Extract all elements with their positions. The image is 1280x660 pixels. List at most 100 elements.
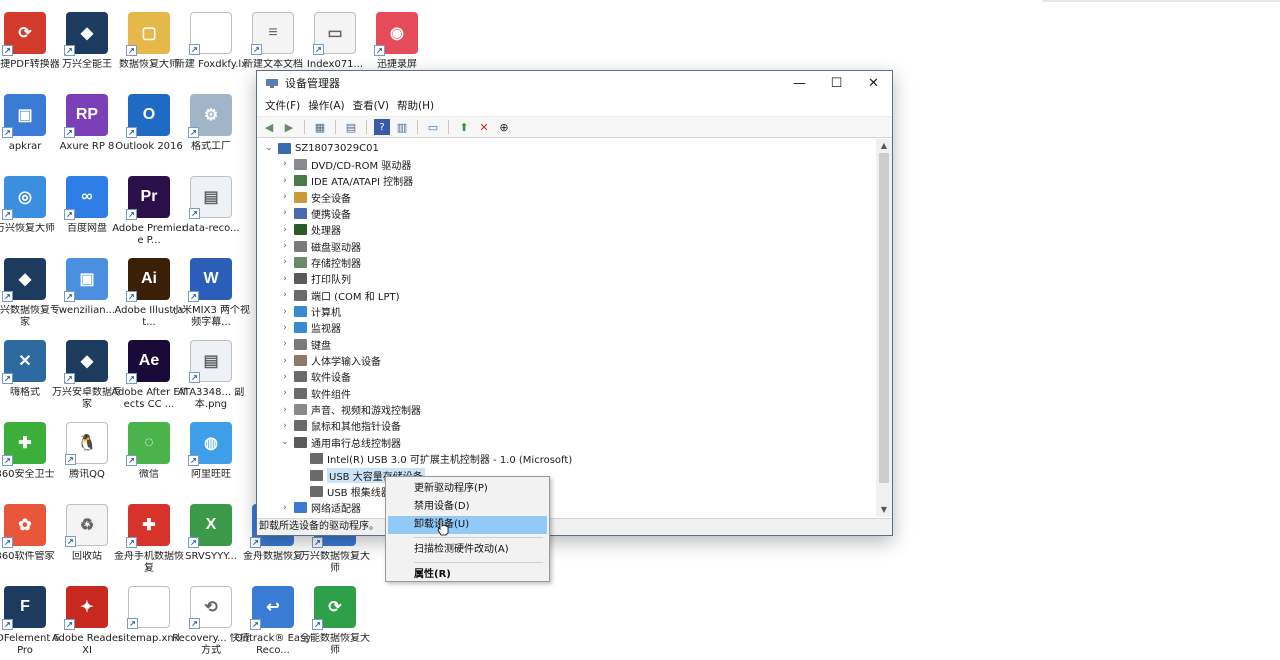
toolbar-separator <box>417 120 418 134</box>
tree-category[interactable]: › 监视器 <box>278 320 341 336</box>
tree-root-computer[interactable]: ⌄ SZ18073029C01 <box>262 140 379 156</box>
list-icon[interactable]: ▤ <box>343 119 359 135</box>
desktop-icon[interactable]: ◉ ↗ 迅捷录屏 <box>358 12 436 71</box>
expand-chevron-icon[interactable]: › <box>278 372 292 382</box>
expand-chevron-icon[interactable]: › <box>278 241 292 251</box>
scroll-up-arrow-icon[interactable]: ▲ <box>876 139 892 153</box>
menu-view[interactable]: 查看(V) <box>349 98 393 113</box>
app-icon: 🐧 ↗ <box>65 422 108 465</box>
title-bar[interactable]: 设备管理器 — ☐ ✕ <box>257 71 892 95</box>
expand-chevron-icon[interactable]: ⌄ <box>278 437 292 447</box>
tree-category[interactable]: › 软件设备 <box>278 369 351 385</box>
menu-item-disable-device[interactable]: 禁用设备(D) <box>388 498 547 516</box>
shortcut-arrow-icon: ↗ <box>64 373 75 384</box>
expand-chevron-icon[interactable]: › <box>278 339 292 349</box>
tree-category[interactable]: › 便携设备 <box>278 205 351 221</box>
device-tree[interactable]: ⌄ SZ18073029C01 › DVD/CD-ROM 驱动器 › IDE ATA/AT… <box>258 139 876 517</box>
expand-chevron-icon[interactable]: › <box>278 192 292 202</box>
tree-category[interactable]: › IDE ATA/ATAPI 控制器 <box>278 173 413 189</box>
tree-category[interactable]: › 打印队列 <box>278 271 351 287</box>
expand-chevron-icon[interactable]: › <box>278 503 292 513</box>
tree-item-label: 安全设备 <box>311 193 351 205</box>
tree-category[interactable]: › 处理器 <box>278 222 341 238</box>
shortcut-arrow-icon: ↗ <box>2 209 13 220</box>
shortcut-arrow-icon: ↗ <box>127 618 138 629</box>
app-icon: ≡ ↗ <box>251 12 294 55</box>
back-arrow-icon[interactable]: ◀ <box>261 119 277 135</box>
tree-item-label: 键盘 <box>311 340 331 352</box>
maximize-button[interactable]: ☐ <box>818 71 855 95</box>
app-icon: ↩ ↗ <box>250 586 294 630</box>
tree-item-label: 便携设备 <box>311 209 351 221</box>
menu-help[interactable]: 帮助(H) <box>393 98 438 113</box>
expand-chevron-icon[interactable]: › <box>278 405 292 415</box>
device-icon <box>294 404 307 416</box>
tree-category[interactable]: › 软件组件 <box>278 385 351 401</box>
menu-item-scan-hardware[interactable]: 扫描检测硬件改动(A) <box>388 541 547 559</box>
desktop-icon-label: 格式工厂 <box>191 141 231 152</box>
expand-chevron-icon[interactable]: › <box>278 421 292 431</box>
desktop-icon[interactable]: ▤ ↗ ATA3348... 副本.png <box>172 340 250 411</box>
monitor-icon[interactable]: ▭ <box>425 119 441 135</box>
tree-category[interactable]: › 端口 (COM 和 LPT) <box>278 287 400 303</box>
properties-icon[interactable]: ▦ <box>312 119 328 135</box>
minimize-button[interactable]: — <box>781 71 818 95</box>
tree-category[interactable]: › 网络适配器 <box>278 500 361 516</box>
expand-chevron-icon[interactable]: › <box>278 274 292 284</box>
tree-category[interactable]: › DVD/CD-ROM 驱动器 <box>278 156 411 172</box>
vertical-scrollbar[interactable]: ▲ ▼ <box>876 139 892 517</box>
expand-chevron-icon[interactable]: › <box>278 356 292 366</box>
expand-chevron-icon[interactable]: › <box>278 176 292 186</box>
device-icon <box>294 289 307 301</box>
close-button[interactable]: ✕ <box>855 71 892 95</box>
tree-category[interactable]: › 键盘 <box>278 336 331 352</box>
device-manager-icon <box>266 79 278 88</box>
desktop-icon[interactable]: ⚙ ↗ 格式工厂 <box>172 94 250 153</box>
menu-item-update-driver[interactable]: 更新驱动程序(P) <box>388 480 547 498</box>
desktop-icon[interactable]: ▤ ↗ data-reco... <box>172 176 250 235</box>
expand-chevron-icon[interactable]: › <box>278 290 292 300</box>
tree-device[interactable]: Intel(R) USB 3.0 可扩展主机控制器 - 1.0 (Microso… <box>294 451 572 467</box>
help-icon[interactable]: ? <box>374 119 390 135</box>
tree-category[interactable]: › 存储控制器 <box>278 254 361 270</box>
expand-chevron-icon[interactable]: › <box>278 225 292 235</box>
tree-category[interactable]: › 声音、视频和游戏控制器 <box>278 402 421 418</box>
expand-chevron-icon[interactable]: › <box>278 307 292 317</box>
desktop-icon[interactable]: ◍ ↗ 阿里旺旺 <box>172 422 250 481</box>
tree-category[interactable]: ⌄ 通用串行总线控制器 <box>278 434 401 450</box>
tree-category[interactable]: › 安全设备 <box>278 189 351 205</box>
app-icon: F ↗ <box>2 586 46 630</box>
menu-bar: 文件(F) 操作(A) 查看(V) 帮助(H) <box>257 95 892 116</box>
tree-item-label: 软件设备 <box>311 373 351 385</box>
tree-device[interactable]: USB 根集线器 <box>294 483 391 499</box>
menu-file[interactable]: 文件(F) <box>261 98 304 113</box>
menu-item-uninstall-device[interactable]: 卸载设备(U) <box>388 516 547 534</box>
desktop-icon[interactable]: ⟳ ↗ 全能数据恢复大师 <box>296 586 374 657</box>
scroll-down-arrow-icon[interactable]: ▼ <box>876 503 892 517</box>
add-driver-icon[interactable]: ⬆ <box>456 119 472 135</box>
device-manager-window[interactable]: 设备管理器 — ☐ ✕ 文件(F) 操作(A) 查看(V) 帮助(H) ◀ ▶ … <box>256 70 893 536</box>
tree-category[interactable]: › 磁盘驱动器 <box>278 238 361 254</box>
expand-chevron-icon[interactable]: › <box>278 323 292 333</box>
delete-icon[interactable]: ✕ <box>476 119 492 135</box>
shortcut-arrow-icon: ↗ <box>126 45 137 56</box>
expand-chevron-icon[interactable]: ⌄ <box>262 143 276 153</box>
forward-arrow-icon[interactable]: ▶ <box>281 119 297 135</box>
expand-chevron-icon[interactable]: › <box>278 159 292 169</box>
tree-category[interactable]: › 鼠标和其他指针设备 <box>278 418 401 434</box>
tree-item-label: 网络适配器 <box>311 504 361 516</box>
app-icon: ↗ <box>189 12 232 55</box>
shortcut-arrow-icon: ↗ <box>65 454 76 465</box>
menu-action[interactable]: 操作(A) <box>304 98 348 113</box>
menu-item-properties[interactable]: 属性(R) <box>388 566 547 584</box>
tree-category[interactable]: › 计算机 <box>278 304 341 320</box>
download-icon[interactable]: ⊕ <box>496 119 512 135</box>
scrollbar-thumb[interactable] <box>879 153 889 483</box>
desktop-icon[interactable]: W ↗ 小米MIX3 两个视频字幕... <box>172 258 250 329</box>
tree-category[interactable]: › 人体学输入设备 <box>278 353 381 369</box>
device-icon <box>294 502 307 514</box>
view-icon[interactable]: ▥ <box>394 119 410 135</box>
expand-chevron-icon[interactable]: › <box>278 388 292 398</box>
expand-chevron-icon[interactable]: › <box>278 257 292 267</box>
expand-chevron-icon[interactable]: › <box>278 208 292 218</box>
